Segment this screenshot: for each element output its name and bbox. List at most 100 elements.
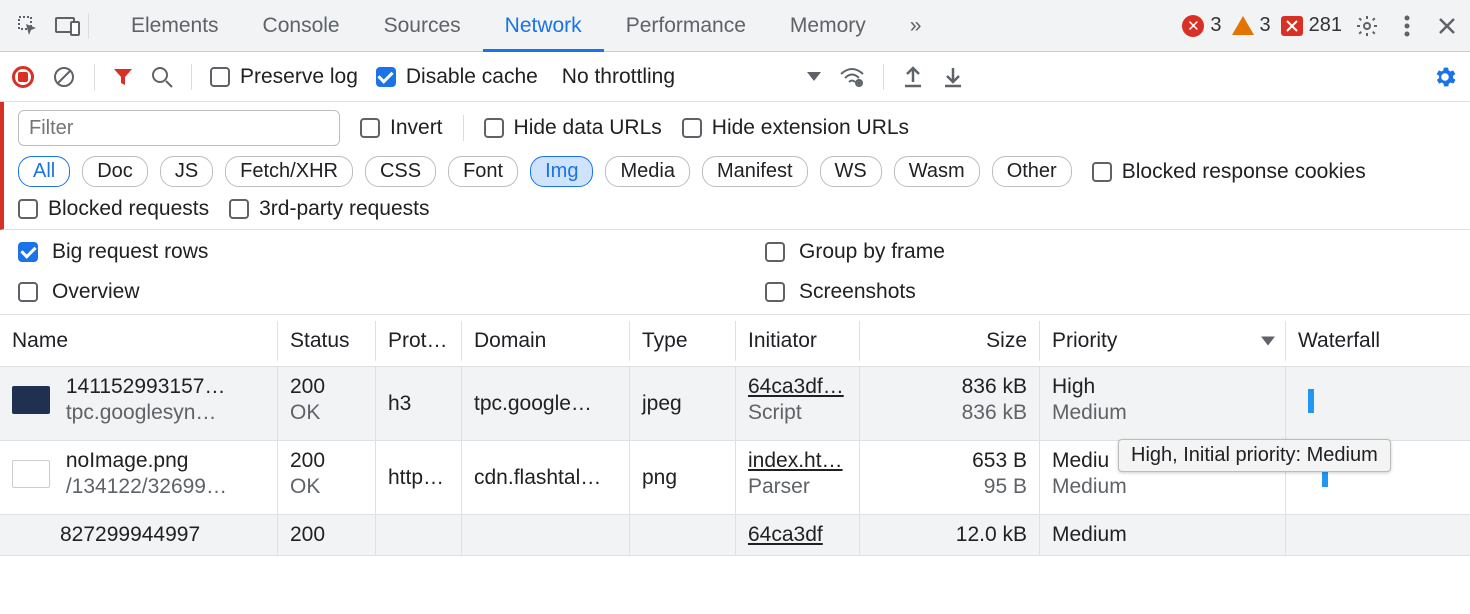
inspect-element-icon[interactable] bbox=[8, 6, 48, 46]
checkbox[interactable] bbox=[18, 282, 38, 302]
col-name[interactable]: Name bbox=[0, 321, 278, 361]
chip-fetch[interactable]: Fetch/XHR bbox=[225, 156, 353, 187]
messages-counter[interactable]: 281 bbox=[1281, 14, 1342, 37]
device-toolbar-icon[interactable] bbox=[48, 6, 88, 46]
warning-counter[interactable]: 3 bbox=[1232, 14, 1271, 37]
disable-cache-option[interactable]: Disable cache bbox=[376, 65, 538, 89]
preserve-log-label: Preserve log bbox=[240, 65, 358, 89]
group-by-frame-option[interactable]: Group by frame bbox=[765, 240, 1452, 264]
tabs-overflow[interactable]: » bbox=[888, 0, 944, 51]
col-domain[interactable]: Domain bbox=[462, 321, 630, 361]
more-options-icon[interactable] bbox=[1392, 11, 1422, 41]
blocked-requests-label: Blocked requests bbox=[48, 197, 209, 221]
clear-button[interactable] bbox=[52, 65, 76, 89]
checkbox[interactable] bbox=[360, 118, 380, 138]
checkbox[interactable] bbox=[484, 118, 504, 138]
col-initiator[interactable]: Initiator bbox=[736, 321, 860, 361]
initiator-link[interactable]: 64ca3df bbox=[748, 523, 823, 546]
disable-cache-label: Disable cache bbox=[406, 65, 538, 89]
table-row[interactable]: 827299944997 200 64ca3df 12.0 kB Medium bbox=[0, 515, 1470, 556]
chip-css[interactable]: CSS bbox=[365, 156, 436, 187]
table-header: Name Status Prot… Domain Type Initiator … bbox=[0, 315, 1470, 367]
error-counter[interactable]: ✕ 3 bbox=[1182, 14, 1221, 37]
chip-ws[interactable]: WS bbox=[820, 156, 882, 187]
chip-wasm[interactable]: Wasm bbox=[894, 156, 980, 187]
checkbox[interactable] bbox=[765, 282, 785, 302]
checkbox[interactable] bbox=[210, 67, 230, 87]
tab-sources[interactable]: Sources bbox=[362, 0, 483, 51]
divider bbox=[191, 64, 192, 90]
col-size[interactable]: Size bbox=[860, 321, 1040, 361]
third-party-label: 3rd-party requests bbox=[259, 197, 429, 221]
chip-manifest[interactable]: Manifest bbox=[702, 156, 808, 187]
divider bbox=[463, 115, 464, 141]
screenshots-option[interactable]: Screenshots bbox=[765, 280, 1452, 304]
requests-table: Name Status Prot… Domain Type Initiator … bbox=[0, 315, 1470, 556]
checkbox[interactable] bbox=[765, 242, 785, 262]
priority-initial: Medium bbox=[1052, 475, 1273, 499]
checkbox[interactable] bbox=[1092, 162, 1112, 182]
blocked-requests-option[interactable]: Blocked requests bbox=[18, 197, 209, 221]
close-icon[interactable] bbox=[1432, 11, 1462, 41]
group-frame-label: Group by frame bbox=[799, 240, 945, 264]
filter-icon[interactable] bbox=[113, 67, 133, 87]
hide-data-urls-option[interactable]: Hide data URLs bbox=[484, 116, 662, 140]
col-status[interactable]: Status bbox=[278, 321, 376, 361]
invert-option[interactable]: Invert bbox=[360, 116, 443, 140]
overview-option[interactable]: Overview bbox=[18, 280, 705, 304]
col-priority[interactable]: Priority bbox=[1040, 321, 1286, 361]
checkbox[interactable] bbox=[376, 67, 396, 87]
tab-console[interactable]: Console bbox=[241, 0, 362, 51]
table-row[interactable]: 141152993157… tpc.googlesyn… 200 OK h3 t… bbox=[0, 367, 1470, 441]
chip-other[interactable]: Other bbox=[992, 156, 1072, 187]
throttling-select[interactable]: No throttling bbox=[556, 65, 681, 89]
cell-name: 141152993157… tpc.googlesyn… bbox=[0, 367, 278, 440]
initiator-link[interactable]: 64ca3df… bbox=[748, 375, 847, 399]
chip-doc[interactable]: Doc bbox=[82, 156, 148, 187]
import-har-icon[interactable] bbox=[942, 66, 964, 88]
third-party-option[interactable]: 3rd-party requests bbox=[229, 197, 429, 221]
blocked-cookies-option[interactable]: Blocked response cookies bbox=[1092, 160, 1366, 184]
checkbox[interactable] bbox=[229, 199, 249, 219]
size-resource: 836 kB bbox=[872, 401, 1027, 425]
throttling-caret-icon[interactable] bbox=[807, 72, 821, 81]
tab-performance[interactable]: Performance bbox=[604, 0, 768, 51]
col-protocol[interactable]: Prot… bbox=[376, 321, 462, 361]
filter-input[interactable] bbox=[18, 110, 340, 146]
search-icon[interactable] bbox=[151, 66, 173, 88]
size-transfer: 836 kB bbox=[872, 375, 1027, 399]
export-har-icon[interactable] bbox=[902, 66, 924, 88]
tab-network[interactable]: Network bbox=[483, 0, 604, 51]
checkbox[interactable] bbox=[682, 118, 702, 138]
record-button[interactable] bbox=[12, 66, 34, 88]
col-type[interactable]: Type bbox=[630, 321, 736, 361]
network-settings-icon[interactable] bbox=[1432, 64, 1458, 90]
resource-type-chips: All Doc JS Fetch/XHR CSS Font Img Media … bbox=[18, 156, 1072, 187]
tab-memory[interactable]: Memory bbox=[768, 0, 888, 51]
hide-data-urls-label: Hide data URLs bbox=[514, 116, 662, 140]
chip-js[interactable]: JS bbox=[160, 156, 213, 187]
messages-count: 281 bbox=[1309, 14, 1342, 37]
cell-waterfall bbox=[1286, 367, 1470, 440]
sort-caret-icon bbox=[1261, 336, 1275, 345]
checkbox[interactable] bbox=[18, 242, 38, 262]
checkbox[interactable] bbox=[18, 199, 38, 219]
chip-font[interactable]: Font bbox=[448, 156, 518, 187]
preserve-log-option[interactable]: Preserve log bbox=[210, 65, 358, 89]
blocked-cookies-label: Blocked response cookies bbox=[1122, 160, 1366, 184]
settings-icon[interactable] bbox=[1352, 11, 1382, 41]
chip-media[interactable]: Media bbox=[605, 156, 689, 187]
initiator-type: Script bbox=[748, 401, 847, 425]
divider bbox=[88, 13, 89, 39]
chip-all[interactable]: All bbox=[18, 156, 70, 187]
waterfall-bar bbox=[1308, 389, 1314, 413]
network-conditions-icon[interactable] bbox=[839, 66, 865, 88]
chip-img[interactable]: Img bbox=[530, 156, 593, 187]
status-code: 200 bbox=[290, 449, 363, 473]
col-waterfall[interactable]: Waterfall bbox=[1286, 321, 1470, 361]
big-rows-option[interactable]: Big request rows bbox=[18, 240, 705, 264]
initiator-link[interactable]: index.ht… bbox=[748, 449, 847, 473]
hide-ext-urls-option[interactable]: Hide extension URLs bbox=[682, 116, 909, 140]
tab-elements[interactable]: Elements bbox=[109, 0, 241, 51]
name-primary: noImage.png bbox=[66, 449, 227, 473]
